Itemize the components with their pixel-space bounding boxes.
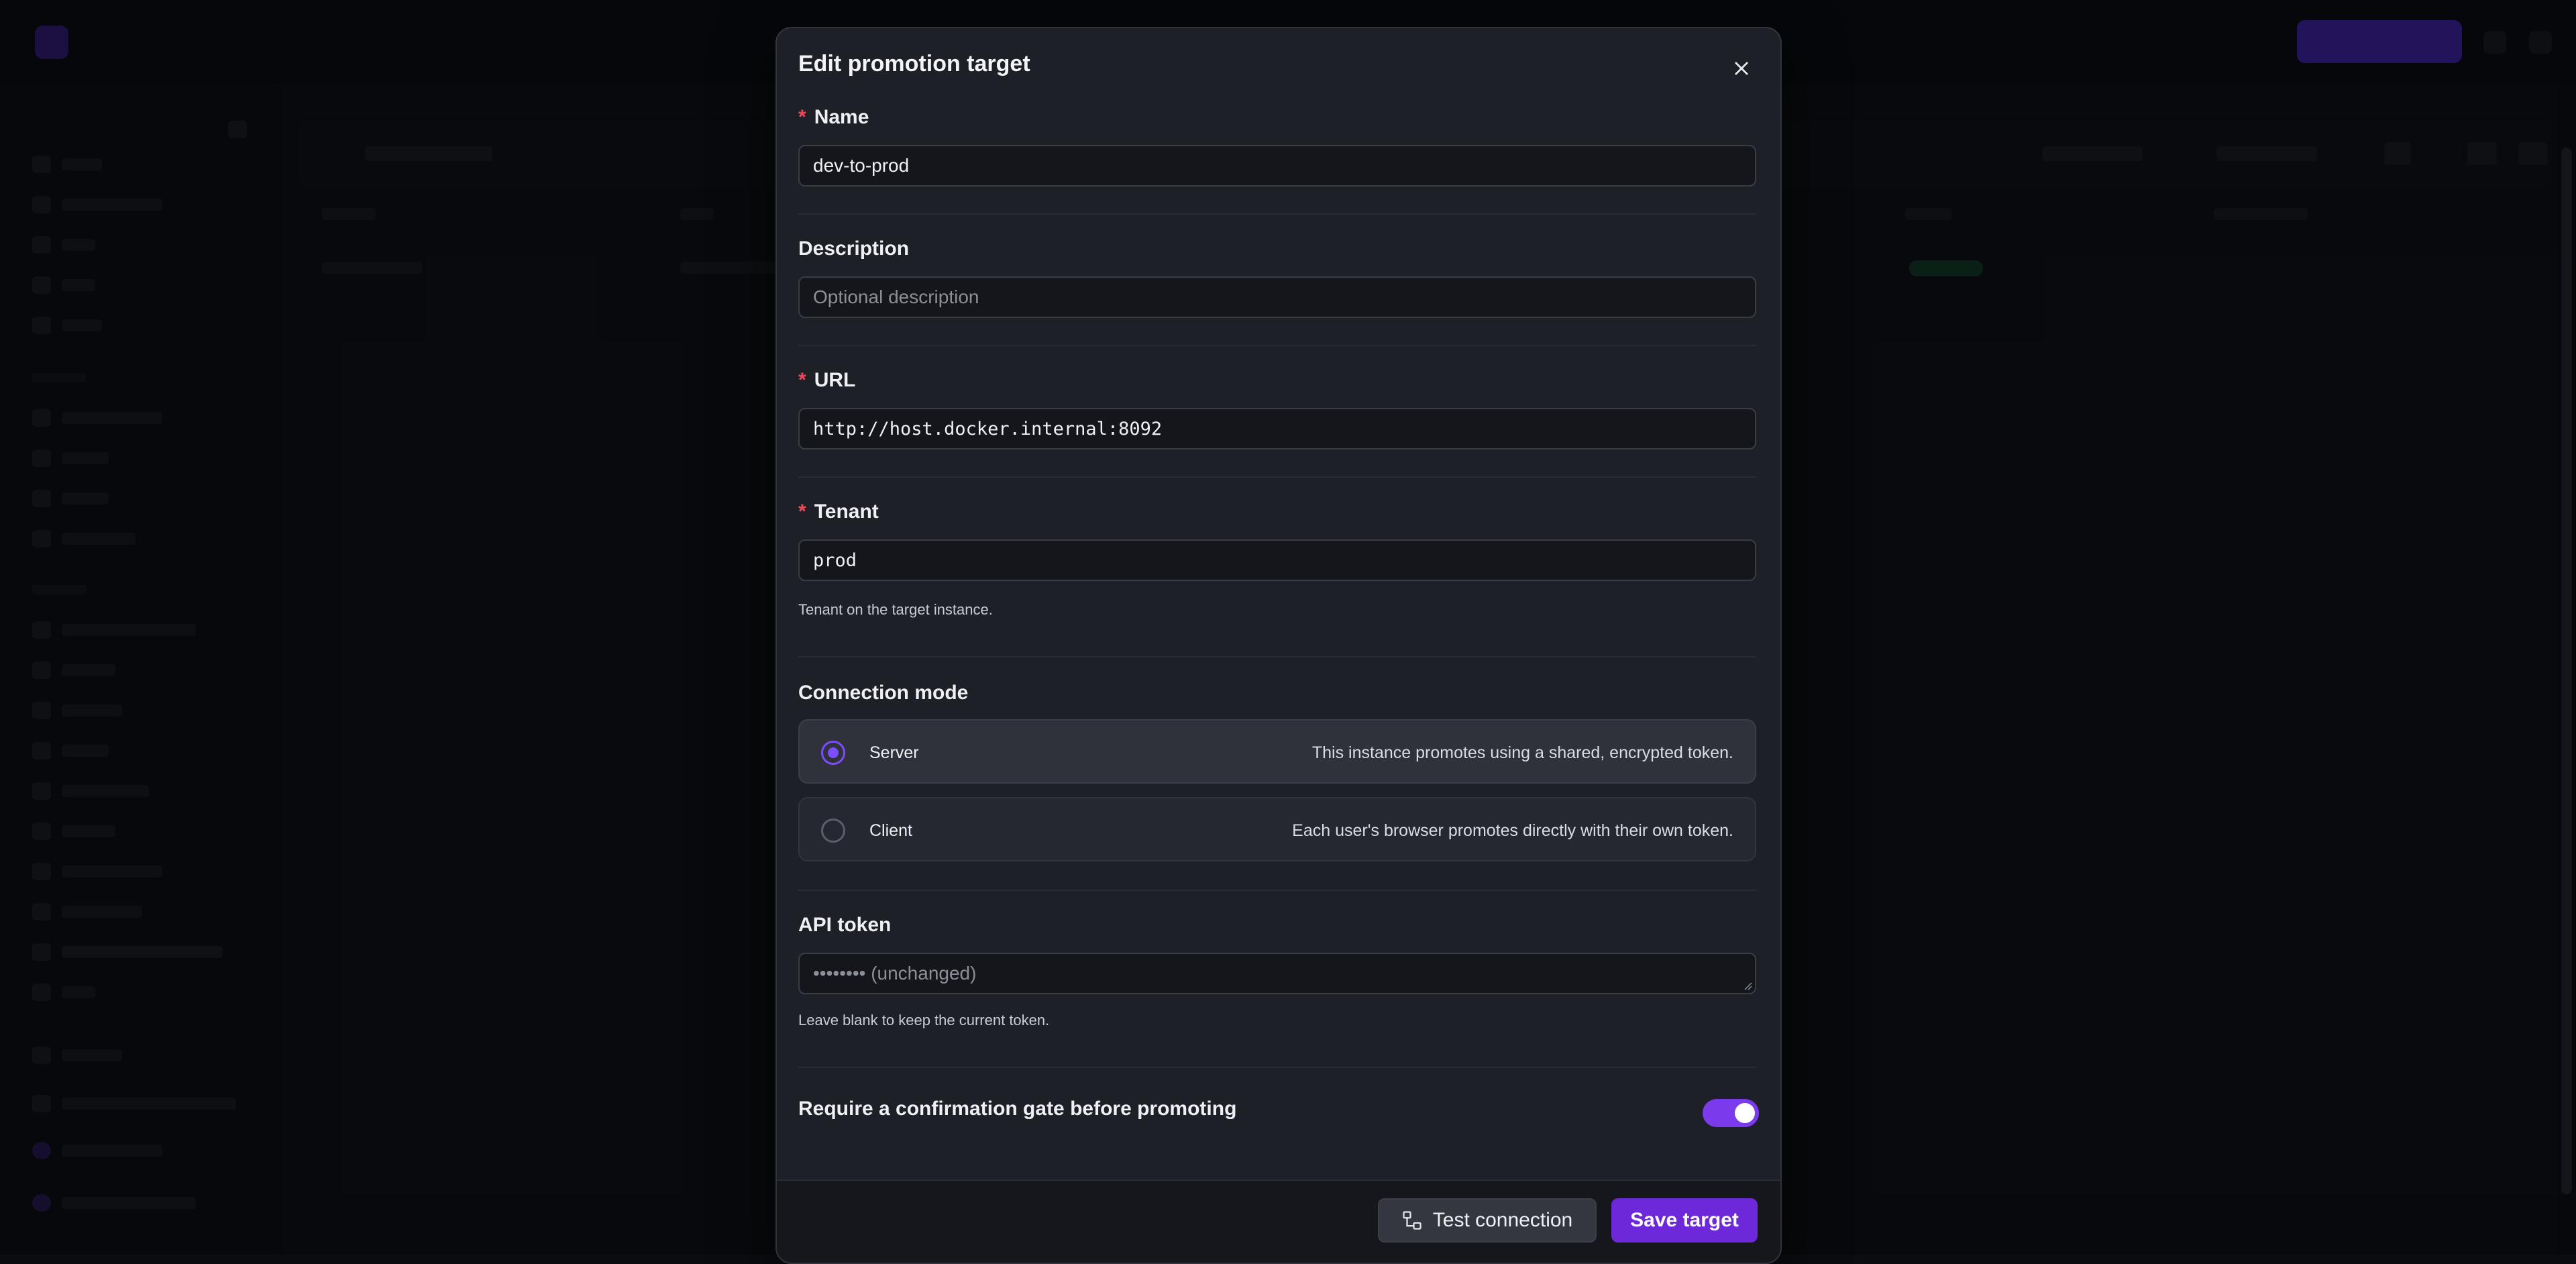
dialog-footer: Test connection Save target (777, 1179, 1780, 1263)
server-option-description: This instance promotes using a shared, e… (1311, 743, 1733, 762)
connection-mode-server-option[interactable]: Server This instance promotes using a sh… (798, 719, 1756, 784)
api-token-help-text: Leave blank to keep the current token. (798, 1012, 1050, 1029)
api-token-input[interactable] (798, 953, 1756, 994)
client-option-title: Client (869, 821, 912, 840)
section-divider (798, 345, 1756, 346)
close-button[interactable] (1727, 54, 1756, 83)
save-target-button[interactable]: Save target (1611, 1198, 1758, 1243)
network-icon (1403, 1211, 1421, 1230)
name-label: * Name (798, 106, 869, 129)
tenant-help-text: Tenant on the target instance. (798, 601, 993, 618)
tenant-input[interactable] (798, 539, 1756, 581)
resize-grip-icon[interactable] (1743, 981, 1752, 990)
test-connection-label: Test connection (1432, 1209, 1573, 1231)
connection-mode-label: Connection mode (798, 682, 969, 704)
tenant-label: * Tenant (798, 501, 879, 523)
required-asterisk: * (798, 106, 806, 128)
name-label-text: Name (814, 106, 869, 128)
client-option-description: Each user's browser promotes directly wi… (1292, 821, 1733, 840)
section-divider (798, 656, 1756, 657)
radio-button[interactable] (821, 819, 845, 843)
url-input[interactable] (798, 408, 1756, 450)
test-connection-button[interactable]: Test connection (1378, 1198, 1597, 1243)
toggle-knob (1735, 1103, 1755, 1123)
section-divider (798, 1067, 1756, 1068)
radio-button-selected[interactable] (821, 741, 845, 765)
edit-promotion-target-dialog: Edit promotion target *Name Description … (775, 27, 1782, 1264)
url-label-text: URL (814, 369, 856, 391)
required-asterisk: * (798, 369, 806, 391)
section-divider (798, 213, 1756, 215)
section-divider (798, 890, 1756, 891)
tenant-label-text: Tenant (814, 501, 879, 523)
description-input[interactable] (798, 276, 1756, 318)
connection-mode-client-option[interactable]: Client Each user's browser promotes dire… (798, 797, 1756, 861)
close-icon (1735, 62, 1748, 75)
name-input[interactable] (798, 145, 1756, 187)
section-divider (798, 476, 1756, 478)
url-label: * URL (798, 369, 855, 392)
api-token-label: API token (798, 914, 892, 936)
api-token-field-wrapper (798, 953, 1756, 994)
description-label: Description (798, 238, 910, 260)
confirmation-gate-label: Require a confirmation gate before promo… (798, 1098, 1237, 1120)
required-asterisk: * (798, 501, 806, 523)
radio-dot (828, 747, 839, 758)
dialog-title: Edit promotion target (798, 51, 1030, 76)
server-option-title: Server (869, 743, 919, 762)
confirmation-gate-toggle[interactable] (1703, 1099, 1759, 1127)
